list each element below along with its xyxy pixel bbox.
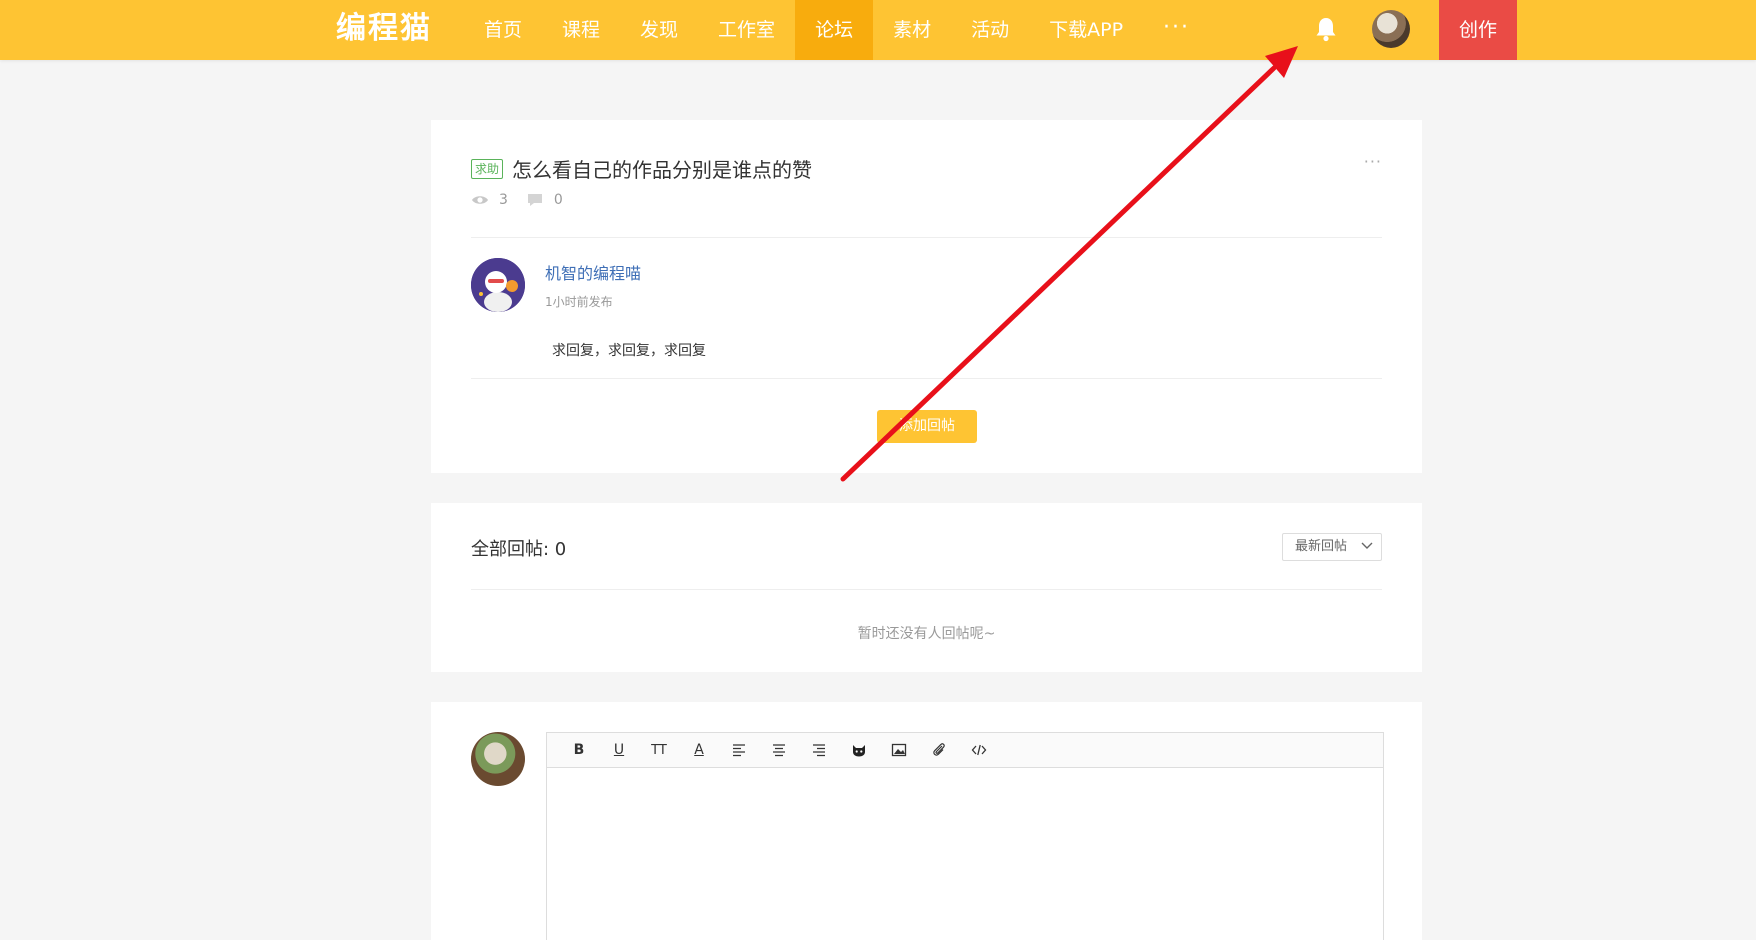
nav-events[interactable]: 活动 [951, 0, 1029, 60]
comment-icon [527, 194, 542, 206]
nav-download-app[interactable]: 下载APP [1029, 0, 1143, 60]
attachment-icon[interactable] [919, 733, 959, 768]
code-icon[interactable] [959, 733, 999, 768]
font-size-button[interactable]: TT [639, 733, 679, 768]
replies-card: 全部回帖: 0 最新回帖 暂时还没有人回帖呢~ [431, 503, 1422, 672]
align-left-icon[interactable] [719, 733, 759, 768]
reply-editor-card: B U TT A [431, 702, 1422, 940]
view-count: 3 [499, 192, 508, 208]
emoji-icon[interactable] [839, 733, 879, 768]
add-reply-button[interactable]: 添加回帖 [877, 410, 977, 443]
author-avatar[interactable] [471, 258, 525, 312]
post-more-button[interactable]: ··· [1364, 152, 1382, 171]
site-logo[interactable]: 编程猫 [336, 10, 432, 48]
bold-button[interactable]: B [559, 733, 599, 768]
nav-discover[interactable]: 发现 [620, 0, 698, 60]
image-icon[interactable] [879, 733, 919, 768]
nav-materials[interactable]: 素材 [873, 0, 951, 60]
main-nav: 首页 课程 发现 工作室 论坛 素材 活动 下载APP ··· [464, 0, 1210, 60]
post-card: 求助 怎么看自己的作品分别是谁点的赞 ··· 3 0 机智的编程喵 1小时前发布… [431, 120, 1422, 473]
nav-courses[interactable]: 课程 [542, 0, 620, 60]
underline-button[interactable]: U [599, 733, 639, 768]
editor-text-area[interactable] [547, 768, 1383, 940]
comment-count: 0 [553, 192, 563, 208]
author-name[interactable]: 机智的编程喵 [545, 260, 641, 284]
chevron-down-icon [1361, 542, 1373, 549]
nav-forum[interactable]: 论坛 [795, 0, 874, 60]
replies-count-title: 全部回帖: 0 [471, 539, 567, 560]
editor-toolbar: B U TT A [547, 733, 1383, 768]
post-stats: 3 0 [471, 192, 581, 208]
empty-replies-text: 暂时还没有人回帖呢~ [857, 626, 996, 642]
author-avatar-image [471, 258, 525, 312]
post-time: 1小时前发布 [545, 295, 613, 309]
post-title: 怎么看自己的作品分别是谁点的赞 [512, 158, 813, 182]
current-user-avatar[interactable] [471, 732, 525, 786]
divider [471, 237, 1382, 238]
font-color-button[interactable]: A [679, 733, 719, 768]
eye-icon [472, 196, 488, 204]
reply-editor: B U TT A [546, 732, 1384, 940]
post-header: 求助 怎么看自己的作品分别是谁点的赞 [471, 154, 812, 183]
align-center-icon[interactable] [759, 733, 799, 768]
divider [471, 378, 1382, 379]
nav-more-button[interactable]: ··· [1143, 0, 1210, 60]
sort-label: 最新回帖 [1295, 539, 1348, 554]
align-right-icon[interactable] [799, 733, 839, 768]
sort-dropdown[interactable]: 最新回帖 [1282, 533, 1382, 561]
nav-home[interactable]: 首页 [464, 0, 542, 60]
create-button[interactable]: 创作 [1439, 0, 1517, 60]
help-tag: 求助 [471, 158, 504, 179]
post-content: 求回复，求回复，求回复 [552, 343, 706, 359]
divider [471, 589, 1382, 590]
user-avatar[interactable] [1372, 10, 1410, 48]
bell-icon[interactable] [1314, 16, 1338, 42]
nav-studio[interactable]: 工作室 [698, 0, 795, 60]
top-navbar: 编程猫 首页 课程 发现 工作室 论坛 素材 活动 下载APP ··· 创作 [0, 0, 1756, 60]
